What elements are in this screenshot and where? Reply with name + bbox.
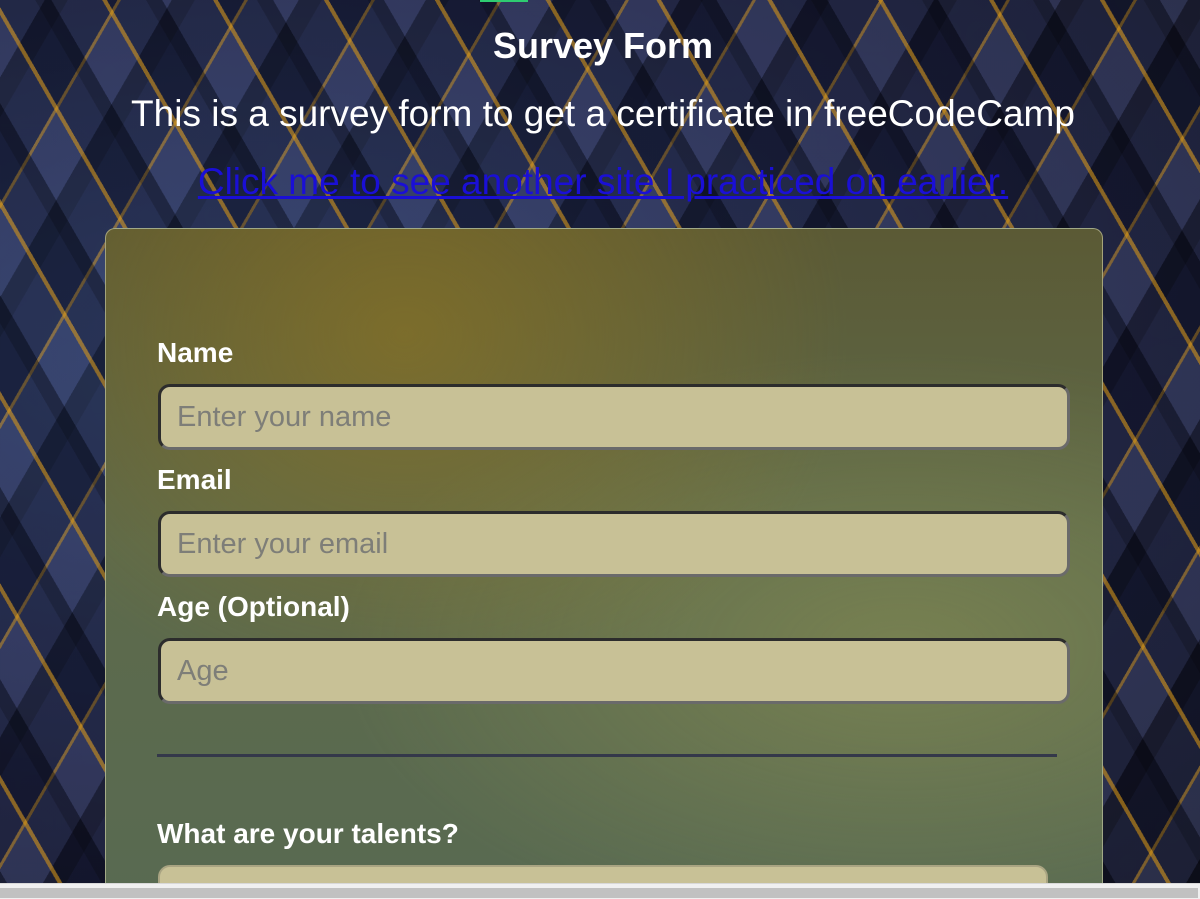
email-input[interactable] [158,511,1070,577]
email-label: Email [157,464,232,495]
name-label: Name [157,337,234,368]
section-divider [157,754,1057,757]
top-accent-bar [480,0,528,2]
survey-form: Name Email Age (Optional) What are your … [105,228,1103,899]
horizontal-scrollbar[interactable] [0,883,1200,899]
practice-site-link[interactable]: Click me to see another site I practiced… [0,160,1200,204]
age-label: Age (Optional) [157,591,350,622]
age-input[interactable] [158,638,1070,704]
page-description: This is a survey form to get a certifica… [131,93,1075,134]
talents-label: What are your talents? [157,818,459,849]
name-input[interactable] [158,384,1070,450]
scrollbar-thumb[interactable] [0,888,1198,898]
page-title: Survey Form [492,25,714,66]
